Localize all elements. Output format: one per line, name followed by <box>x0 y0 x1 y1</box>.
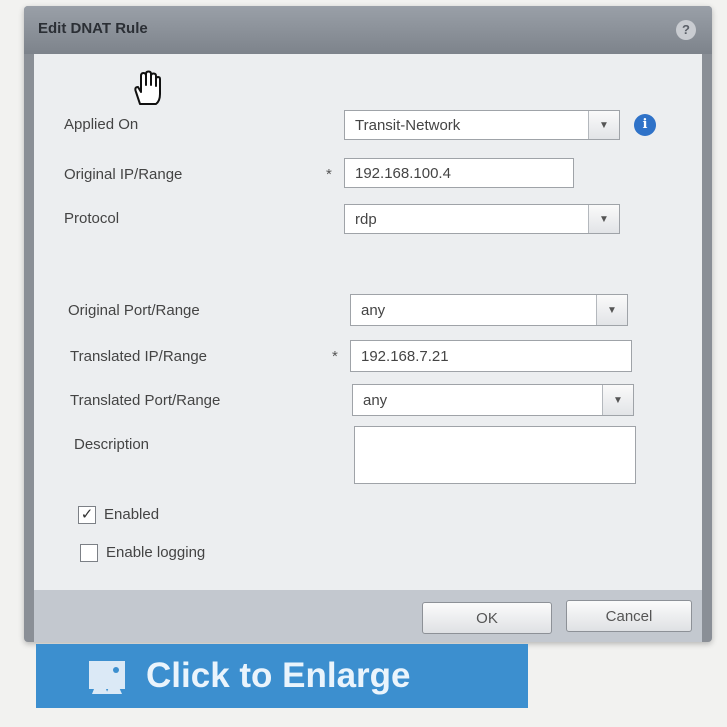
original-ip-value: 192.168.100.4 <box>355 164 451 182</box>
original-port-label: Original Port/Range <box>68 302 200 319</box>
protocol-label: Protocol <box>64 210 120 227</box>
translated-ip-input[interactable]: 192.168.7.21 <box>350 340 632 372</box>
original-ip-input[interactable]: 192.168.100.4 <box>344 158 574 188</box>
info-icon[interactable]: i <box>634 114 656 136</box>
description-label: Description <box>74 436 150 453</box>
chevron-down-icon[interactable]: ▼ <box>588 205 619 233</box>
dialog-titlebar[interactable]: Edit DNAT Rule ? <box>24 6 712 54</box>
chevron-down-icon[interactable]: ▼ <box>596 295 627 325</box>
translated-ip-label: Translated IP/Range <box>70 348 208 365</box>
original-port-select[interactable]: any ▼ <box>350 294 628 326</box>
chevron-down-icon[interactable]: ▼ <box>588 111 619 139</box>
enabled-label: Enabled <box>104 506 160 523</box>
translated-ip-value: 192.168.7.21 <box>361 347 449 365</box>
enlarge-image-icon <box>89 661 125 694</box>
cancel-button[interactable]: Cancel <box>566 600 692 632</box>
applied-on-value: Transit-Network <box>355 116 461 134</box>
enable-logging-label: Enable logging <box>106 544 206 561</box>
check-icon: ✓ <box>80 506 94 523</box>
translated-port-label: Translated Port/Range <box>70 392 221 409</box>
protocol-select[interactable]: rdp ▼ <box>344 204 620 234</box>
dialog-title: Edit DNAT Rule <box>38 20 148 37</box>
edit-dnat-rule-dialog: Edit DNAT Rule ? Applied On Transit-Netw… <box>24 6 712 642</box>
enable-logging-checkbox[interactable] <box>80 544 98 562</box>
description-textarea[interactable] <box>354 426 636 484</box>
required-mark: * <box>332 348 338 365</box>
click-to-enlarge-label: Click to Enlarge <box>146 656 411 695</box>
original-port-value: any <box>361 301 386 319</box>
protocol-value: rdp <box>355 210 377 228</box>
dialog-footer: OK Cancel <box>34 590 702 642</box>
translated-port-select[interactable]: any ▼ <box>352 384 634 416</box>
ok-button[interactable]: OK <box>422 602 552 634</box>
hand-cursor-icon <box>134 70 161 105</box>
applied-on-select[interactable]: Transit-Network ▼ <box>344 110 620 140</box>
translated-port-value: any <box>363 391 388 409</box>
dialog-body: Applied On Transit-Network ▼ i Original … <box>34 54 702 590</box>
click-to-enlarge-banner[interactable]: Click to Enlarge <box>36 644 528 708</box>
chevron-down-icon[interactable]: ▼ <box>602 385 633 415</box>
required-mark: * <box>326 166 332 183</box>
screenshot-stage: Edit DNAT Rule ? Applied On Transit-Netw… <box>0 0 727 727</box>
help-button[interactable]: ? <box>676 20 696 40</box>
applied-on-label: Applied On <box>64 116 139 133</box>
original-ip-label: Original IP/Range <box>64 166 183 183</box>
enabled-checkbox[interactable]: ✓ <box>78 506 96 524</box>
